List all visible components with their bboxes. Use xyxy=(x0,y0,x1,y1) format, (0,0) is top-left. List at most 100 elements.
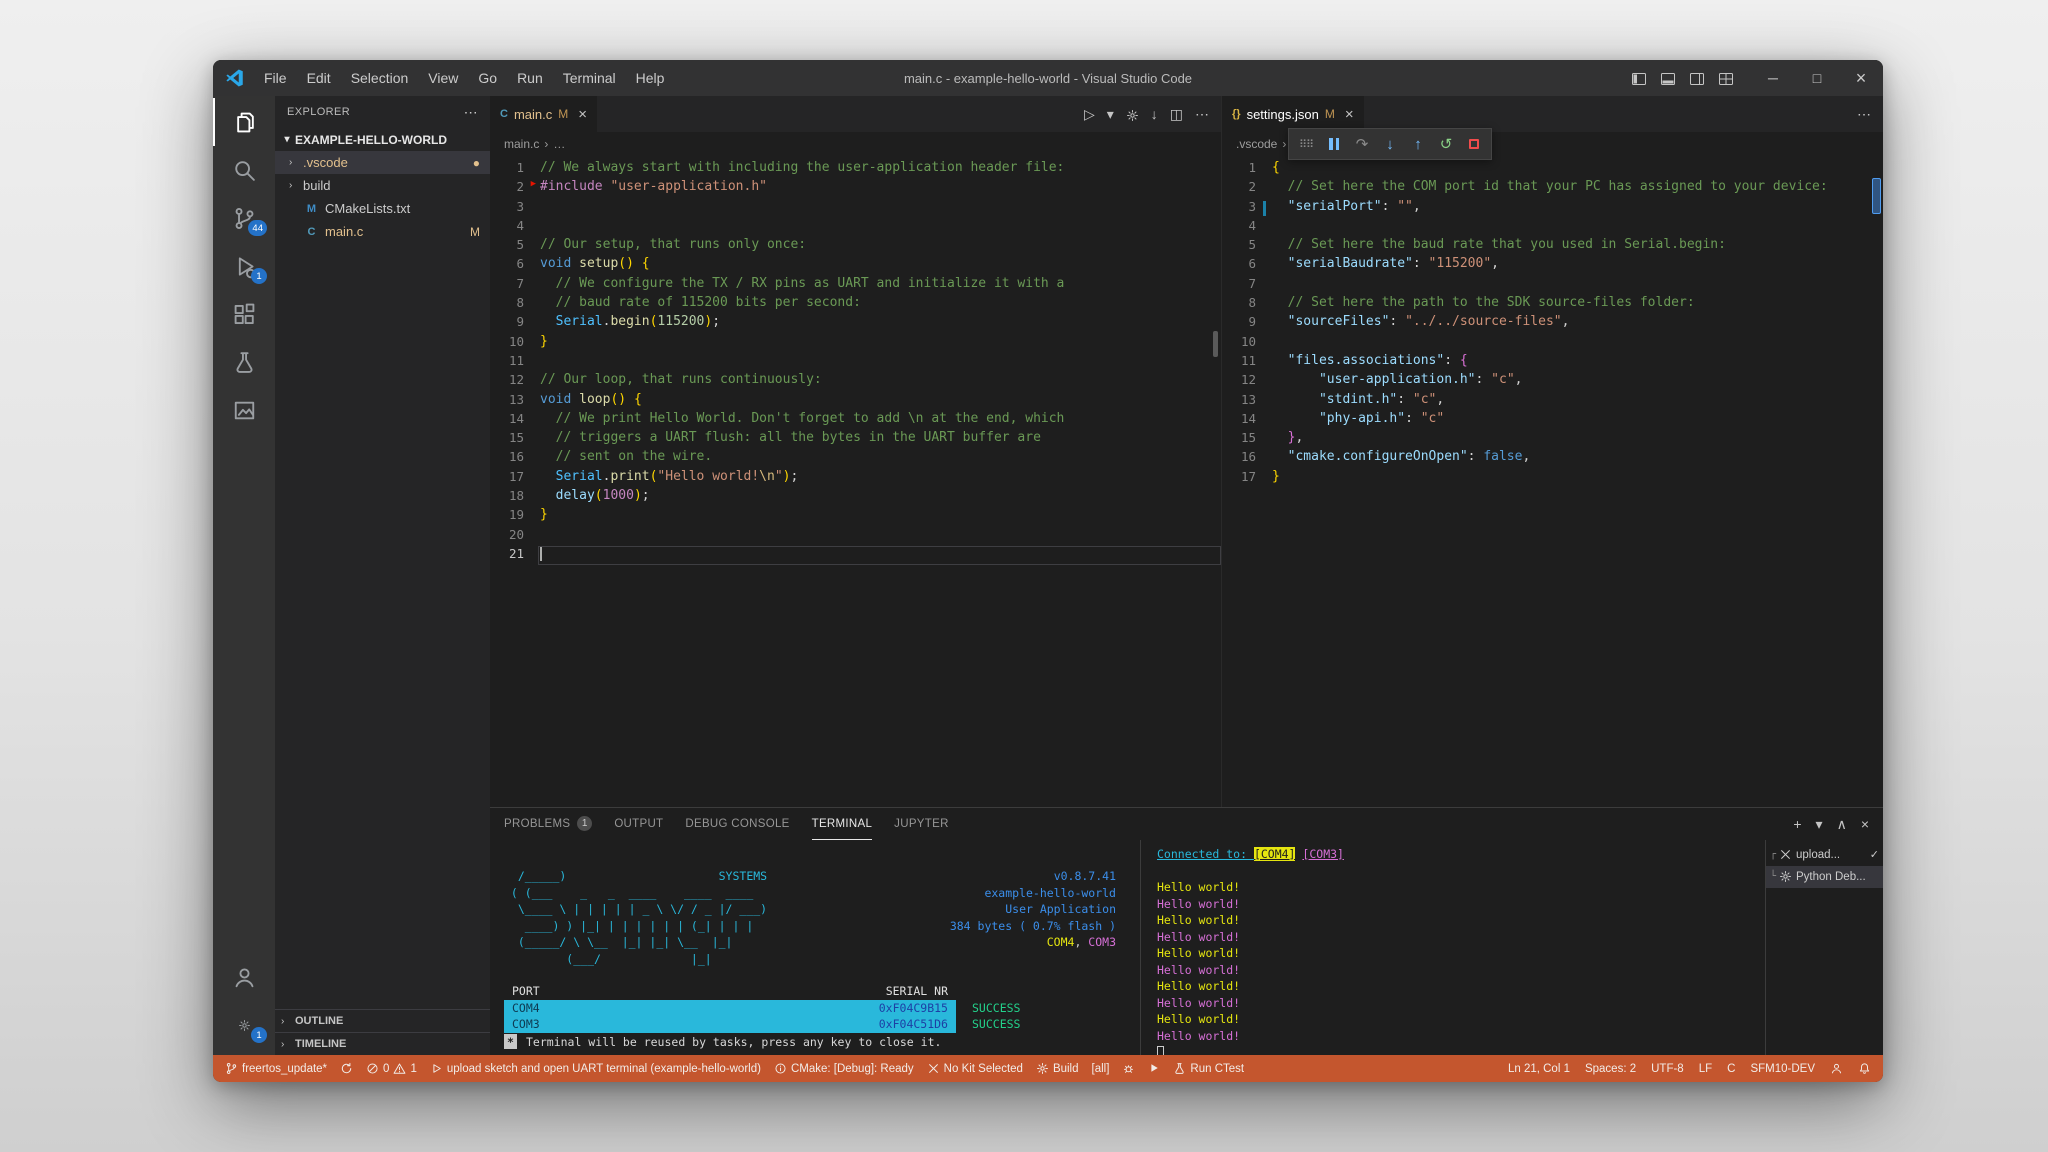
close-button[interactable]: × xyxy=(1839,60,1883,96)
gear-button[interactable] xyxy=(1126,106,1139,122)
sidebar-section-outline[interactable]: ›OUTLINE xyxy=(275,1009,490,1032)
menu-run[interactable]: Run xyxy=(508,66,552,90)
maximize-button[interactable]: □ xyxy=(1795,60,1839,96)
restart-button[interactable]: ↺ xyxy=(1433,131,1459,157)
panel-tab-problems[interactable]: PROBLEMS1 xyxy=(504,808,592,840)
activity-explorer-icon[interactable] xyxy=(213,98,275,146)
menu-help[interactable]: Help xyxy=(627,66,674,90)
git-branch-status[interactable]: freertos_update* xyxy=(225,1062,327,1075)
toggle-panel-icon[interactable] xyxy=(1660,71,1675,86)
terminal-dropdown-button[interactable]: ▾ xyxy=(1816,816,1823,833)
terminal-line: Hello world! xyxy=(1157,945,1765,962)
cmake-build-button[interactable]: Build xyxy=(1036,1062,1079,1075)
language-mode[interactable]: C xyxy=(1727,1063,1735,1075)
tab-main-c[interactable]: C main.c M × xyxy=(490,96,598,132)
download-button[interactable]: ↓ xyxy=(1151,106,1158,122)
eol-selector[interactable]: LF xyxy=(1699,1063,1712,1075)
activity-extension-view-icon[interactable] xyxy=(213,386,275,434)
breadcrumb-item[interactable]: › xyxy=(544,137,548,151)
launch-button[interactable] xyxy=(1148,1062,1160,1074)
menu-view[interactable]: View xyxy=(419,66,467,90)
encoding[interactable]: UTF-8 xyxy=(1651,1063,1684,1075)
activity-testing-icon[interactable] xyxy=(213,338,275,386)
split-editor-button[interactable]: ◫ xyxy=(1170,106,1183,123)
panel-tab-debug-console[interactable]: DEBUG CONSOLE xyxy=(685,808,789,840)
terminal-uart-output[interactable]: Connected to: [COM4] [COM3] Hello world!… xyxy=(1140,840,1765,1055)
explorer-more-actions-icon[interactable]: ⋯ xyxy=(464,104,478,121)
cursor-position[interactable]: Ln 21, Col 1 xyxy=(1508,1063,1570,1075)
ascii-art: (_____/ \ \__ |_| |_| \__ |_| xyxy=(504,934,732,951)
activity-accounts-icon[interactable] xyxy=(213,953,275,1001)
build-target[interactable]: [all] xyxy=(1092,1063,1110,1075)
activity-search-icon[interactable] xyxy=(213,146,275,194)
close-panel-button[interactable]: × xyxy=(1861,816,1869,833)
code-editor-main-c[interactable]: 12▶3456789101112131415161718192021 // We… xyxy=(490,156,1221,807)
maximize-panel-button[interactable]: ∧ xyxy=(1837,816,1847,833)
indentation[interactable]: Spaces: 2 xyxy=(1585,1063,1636,1075)
device-selector[interactable]: SFM10-DEV xyxy=(1750,1063,1815,1075)
menu-edit[interactable]: Edit xyxy=(298,66,340,90)
terminal-instance-Python-Deb-[interactable]: └Python Deb... xyxy=(1766,866,1883,888)
menu-terminal[interactable]: Terminal xyxy=(554,66,625,90)
breakpoint-marker-icon: ▶ xyxy=(531,179,536,189)
stop-button[interactable] xyxy=(1461,131,1487,157)
more-actions-icon[interactable]: ⋯ xyxy=(1857,106,1871,123)
file-label: .vscode xyxy=(303,155,348,170)
token: "c" xyxy=(1491,372,1514,387)
debug-target-button[interactable] xyxy=(1122,1062,1135,1075)
activity-run-and-debug-icon[interactable]: 1 xyxy=(213,242,275,290)
breadcrumb-item[interactable]: main.c xyxy=(504,137,539,151)
file-tree-item-build[interactable]: ›build xyxy=(275,174,490,197)
tab-settings-json[interactable]: {} settings.json M × xyxy=(1222,96,1365,132)
step-out-button[interactable]: ↑ xyxy=(1405,131,1431,157)
problems-status[interactable]: 01 xyxy=(366,1062,417,1075)
task-upload-status[interactable]: upload sketch and open UART terminal (ex… xyxy=(430,1062,761,1075)
activity-source-control-icon[interactable]: 44 xyxy=(213,194,275,242)
toggle-secondary-sidebar-icon[interactable] xyxy=(1689,71,1704,86)
serial-cell: 0xF04C51D6 xyxy=(879,1016,948,1033)
token xyxy=(1272,430,1288,445)
file-tree-item-main.c[interactable]: Cmain.cM xyxy=(275,220,490,243)
close-icon[interactable]: × xyxy=(1345,106,1354,123)
customize-layout-icon[interactable] xyxy=(1718,71,1733,86)
breadcrumb-item[interactable]: … xyxy=(553,137,565,151)
feedback[interactable] xyxy=(1830,1062,1843,1075)
terminal-task-output[interactable]: /_____) SYSTEMSv0.8.7.41 ( (___ _ _ ____… xyxy=(490,840,1140,1055)
minimize-button[interactable]: ─ xyxy=(1751,60,1795,96)
activity-manage-icon[interactable]: 1 xyxy=(213,1001,275,1049)
menu-go[interactable]: Go xyxy=(469,66,506,90)
cmake-kit-status[interactable]: No Kit Selected xyxy=(927,1062,1023,1075)
panel-tab-terminal[interactable]: TERMINAL xyxy=(812,808,873,840)
run-dropdown[interactable]: ▾ xyxy=(1107,106,1114,123)
more-actions-button[interactable]: ⋯ xyxy=(1195,106,1209,123)
panel-tab-output[interactable]: OUTPUT xyxy=(614,808,663,840)
token: , xyxy=(1413,199,1421,214)
ctest-button[interactable]: Run CTest xyxy=(1173,1062,1244,1075)
menu-selection[interactable]: Selection xyxy=(342,66,418,90)
panel-tab-jupyter[interactable]: JUPYTER xyxy=(894,808,949,840)
file-tree-item-CMakeLists.txt[interactable]: MCMakeLists.txt xyxy=(275,197,490,220)
token: { xyxy=(1460,353,1468,368)
scrollbar-thumb[interactable] xyxy=(1213,331,1218,357)
breadcrumb-item[interactable]: .vscode xyxy=(1236,137,1277,151)
menu-file[interactable]: File xyxy=(255,66,296,90)
cmake-status[interactable]: CMake: [Debug]: Ready xyxy=(774,1062,914,1075)
sidebar-section-timeline[interactable]: ›TIMELINE xyxy=(275,1032,490,1055)
activity-extensions-icon[interactable] xyxy=(213,290,275,338)
pause-button[interactable] xyxy=(1321,131,1347,157)
file-tree-item-.vscode[interactable]: ›.vscode● xyxy=(275,151,490,174)
new-terminal-button[interactable]: + xyxy=(1793,816,1801,833)
workspace-root-folder[interactable]: ▾ EXAMPLE-HELLO-WORLD xyxy=(275,128,490,151)
notifications[interactable] xyxy=(1858,1062,1871,1075)
explorer-title: EXPLORER xyxy=(287,106,350,118)
status-label: LF xyxy=(1699,1063,1712,1075)
close-icon[interactable]: × xyxy=(578,106,587,123)
step-into-button[interactable]: ↓ xyxy=(1377,131,1403,157)
code-editor-settings-json[interactable]: 1234567891011121314151617 { // Set here … xyxy=(1222,156,1883,807)
step-over-button[interactable]: ↷ xyxy=(1349,131,1375,157)
toggle-sidebar-icon[interactable] xyxy=(1631,71,1646,86)
terminal-instance-upload-[interactable]: ┌upload...✓ xyxy=(1766,844,1883,866)
run-button[interactable]: ▷ xyxy=(1084,106,1095,123)
sync-status[interactable] xyxy=(340,1062,353,1075)
breadcrumb-item[interactable]: › xyxy=(1282,137,1286,151)
